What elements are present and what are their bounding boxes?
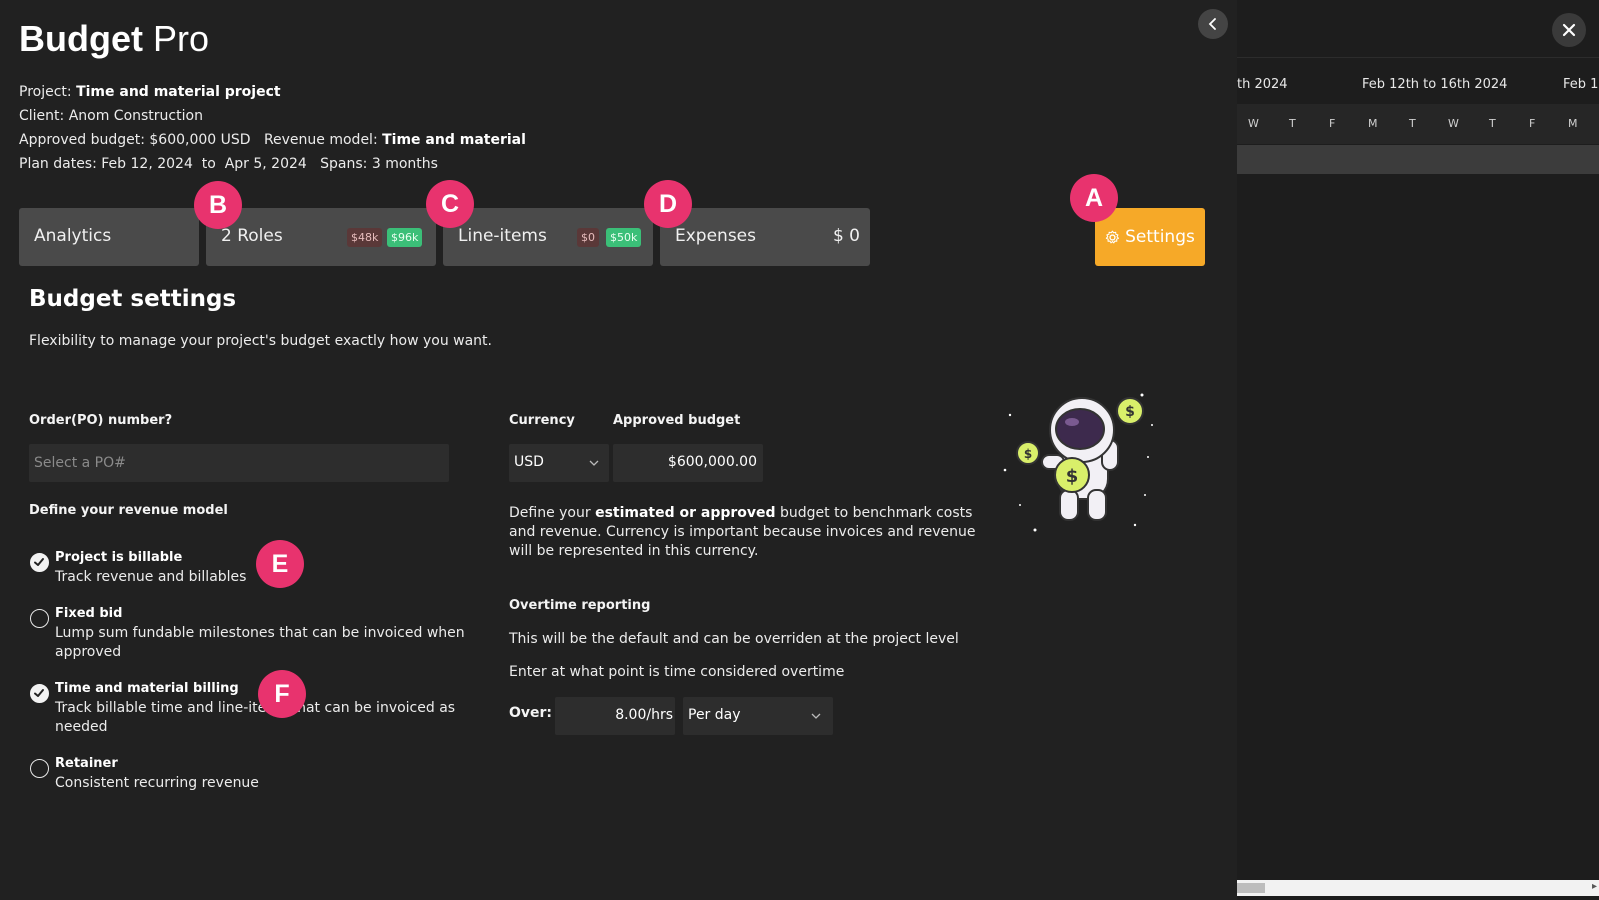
cost-badge: $0 (577, 228, 599, 247)
overtime-prompt: Enter at what point is time considered o… (509, 664, 845, 680)
revenue-model-label: Define your revenue model (29, 503, 228, 518)
settings-button[interactable]: Settings (1095, 208, 1205, 266)
overtime-description: This will be the default and can be over… (509, 631, 959, 647)
po-select[interactable]: Select a PO# (29, 444, 449, 482)
expenses-amount: $ 0 (832, 226, 860, 246)
calendar-row (1237, 145, 1599, 174)
gear-icon (1105, 230, 1120, 243)
day-label: M (1568, 117, 1578, 130)
svg-text:$: $ (1066, 466, 1079, 487)
client-line: Client: Anom Construction (19, 108, 203, 124)
radio-icon[interactable] (30, 609, 49, 628)
close-button[interactable] (1552, 13, 1586, 47)
currency-label: Currency (509, 413, 575, 428)
week-label: Feb 12th to 16th 2024 (1362, 77, 1508, 92)
overtime-period-select[interactable]: Per day (683, 697, 833, 735)
section-title: Budget settings (29, 286, 237, 312)
overtime-hours-input[interactable]: 8.00/hrs (555, 697, 675, 735)
currency-select[interactable]: USD (509, 444, 609, 482)
po-placeholder: Select a PO# (34, 455, 126, 471)
option-title: Fixed bid (55, 606, 123, 621)
budget-desc-bold: estimated or approved (595, 505, 776, 521)
revenue-badge: $50k (606, 228, 642, 247)
settings-label: Settings (1125, 227, 1195, 247)
marker-b: B (194, 181, 242, 229)
day-label: T (1409, 117, 1416, 130)
app-title-bold: Budget (19, 18, 143, 59)
revenue-model-value: Time and material (382, 132, 526, 148)
tab-label: Expenses (675, 226, 756, 246)
day-header-row: W T F M T W T F M (1237, 104, 1599, 144)
collapse-button[interactable] (1198, 9, 1228, 39)
tab-line-items[interactable]: Line-items $0 $50k (443, 208, 653, 266)
revenue-badge: $96k (387, 228, 423, 247)
overtime-period-value: Per day (688, 707, 741, 723)
overtime-hours-value: 8.00/hrs (615, 707, 673, 723)
revenue-model-prefix: Revenue model: (263, 132, 378, 148)
approved-budget-label: Approved budget (613, 413, 741, 428)
section-subtitle: Flexibility to manage your project's bud… (29, 333, 492, 349)
day-label: F (1529, 117, 1536, 130)
tab-label: Line-items (458, 226, 547, 246)
day-label: M (1368, 117, 1378, 130)
tab-label: Analytics (34, 226, 112, 246)
currency-value: USD (514, 454, 544, 470)
budget-description: Define your estimated or approved budget… (509, 504, 979, 561)
week-label: Feb 19 (1563, 77, 1599, 92)
option-description: Lump sum fundable milestones that can be… (55, 625, 465, 660)
option-title: Time and material billing (55, 681, 239, 696)
approved-budget-value: $600,000.00 (667, 454, 757, 470)
marker-e: E (256, 540, 304, 588)
project-prefix: Project: (19, 84, 72, 100)
chevron-down-icon (589, 460, 599, 466)
chevron-down-icon (811, 713, 821, 719)
app-title: Budget Pro (19, 18, 209, 60)
project-name: Time and material project (76, 84, 281, 100)
radio-icon[interactable] (30, 759, 49, 778)
checked-radio-icon[interactable] (30, 684, 49, 703)
marker-d: D (644, 180, 692, 228)
day-label: T (1289, 117, 1296, 130)
app-title-light: Pro (153, 18, 210, 59)
chevron-left-icon (1208, 18, 1216, 30)
marker-c: C (426, 180, 474, 228)
day-label: T (1489, 117, 1496, 130)
budget-desc-text: Define your (509, 505, 596, 521)
option-title: Project is billable (55, 550, 183, 565)
day-label: W (1248, 117, 1259, 130)
plan-dates-line: Plan dates: Feb 12, 2024 to Apr 5, 2024 … (19, 156, 438, 172)
po-label: Order(PO) number? (29, 413, 173, 428)
scroll-right-icon[interactable]: ▸ (1592, 881, 1597, 892)
close-icon (1562, 23, 1576, 37)
calendar-background: th 2024 Feb 12th to 16th 2024 Feb 19 W T… (1237, 0, 1599, 900)
astronaut-illustration: $ $ $ (1003, 393, 1153, 532)
project-line: Project: Time and material project (19, 84, 281, 100)
over-label: Over: (509, 705, 553, 721)
marker-f: F (258, 670, 306, 718)
overtime-title: Overtime reporting (509, 598, 651, 613)
scrollbar-thumb[interactable] (1237, 883, 1265, 893)
tab-expenses[interactable]: Expenses $ 0 (660, 208, 870, 266)
budget-panel: Budget Pro Project: Time and material pr… (0, 0, 1237, 900)
horizontal-scrollbar[interactable]: ▸ (1237, 880, 1599, 896)
svg-text:$: $ (1125, 404, 1135, 420)
approved-budget-line: Approved budget: $600,000 USD Revenue mo… (19, 132, 526, 148)
week-label: th 2024 (1237, 77, 1288, 92)
approved-budget-input[interactable]: $600,000.00 (613, 444, 763, 482)
cost-badge: $48k (347, 228, 383, 247)
calendar-topbar (1237, 0, 1599, 58)
checked-radio-icon[interactable] (30, 553, 49, 572)
tab-roles[interactable]: 2 Roles $48k $96k (206, 208, 436, 266)
marker-a: A (1070, 174, 1118, 222)
day-label: W (1448, 117, 1459, 130)
tab-analytics[interactable]: Analytics (19, 208, 199, 266)
day-label: F (1329, 117, 1336, 130)
approved-budget-text: Approved budget: $600,000 USD (19, 132, 251, 148)
tab-label: 2 Roles (221, 226, 283, 246)
svg-text:$: $ (1024, 447, 1032, 461)
option-description: Consistent recurring revenue (55, 775, 259, 791)
option-title: Retainer (55, 756, 118, 771)
